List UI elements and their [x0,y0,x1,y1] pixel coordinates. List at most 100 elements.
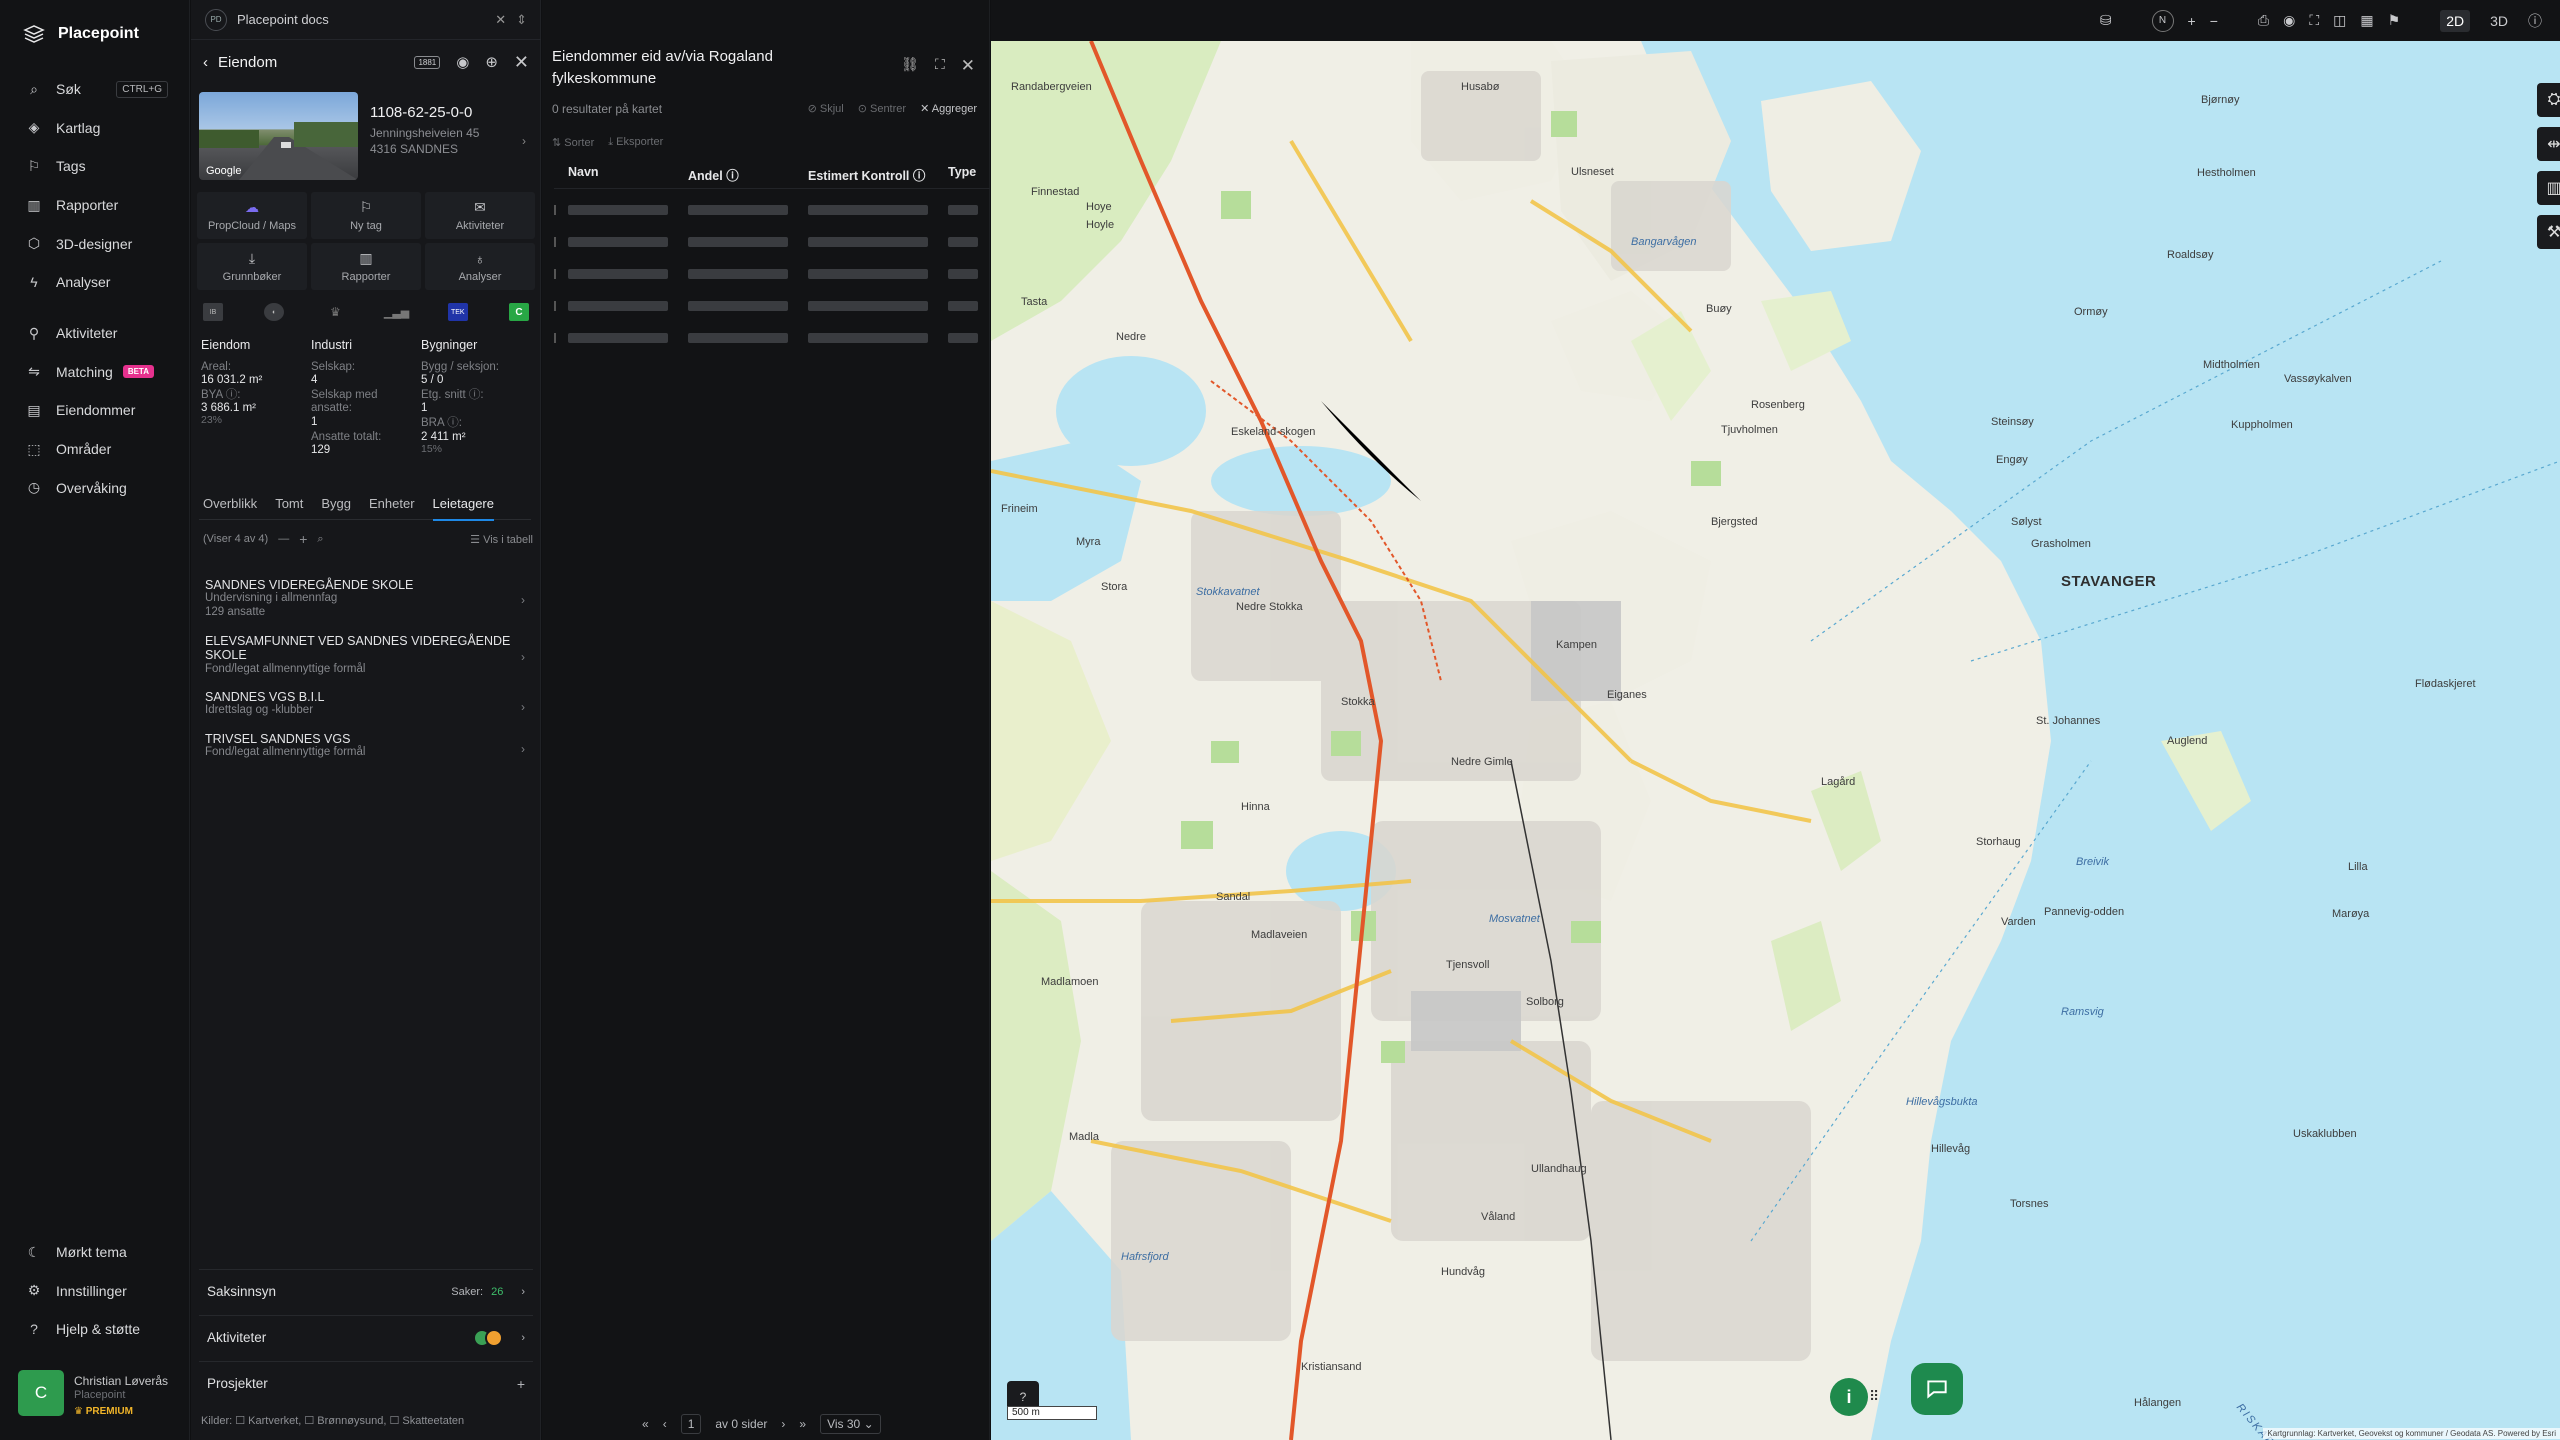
print-icon[interactable]: ⎙ [2258,12,2269,29]
nav-item-overvåking[interactable]: ◷ Overvåking [0,468,190,507]
section-prosjekter[interactable]: Prosjekter + [199,1361,533,1405]
hide-button[interactable]: ⊘ Skjul [808,102,844,115]
fullscreen-icon[interactable]: ⛶ [2309,12,2319,29]
tile-rapporter[interactable]: ▥ Rapporter [311,243,421,290]
close-icon[interactable]: ✕ [961,56,975,76]
last-page-icon[interactable]: » [799,1417,806,1431]
tab-leietagere[interactable]: Leietagere [432,496,494,521]
prev-page-icon[interactable]: ‹ [663,1417,667,1431]
map-canvas[interactable]: Randabergveien Hoye Finnestad Hoyle Tasta Ned… [991,41,2560,1440]
measure-icon[interactable]: ⇹ [2537,127,2560,161]
show-table-button[interactable]: ☰ Vis i tabell [470,533,533,546]
export-button[interactable]: ⤓ Eksporter [608,136,663,149]
user-card[interactable]: C Christian Løverås Placepoint ♛ PREMIUM [18,1370,178,1417]
aggregate-button[interactable]: ✕ Aggreger [920,102,977,115]
nav-item-hjelp-støtte[interactable]: ? Hjelp & støtte [0,1310,190,1349]
add-icon[interactable]: + [517,1376,525,1392]
tab-overblikk[interactable]: Overblikk [203,496,257,511]
target-icon[interactable]: ⊕ [485,53,498,71]
source-crown-icon[interactable]: ♛ [325,303,345,321]
first-page-icon[interactable]: « [642,1417,649,1431]
eye-icon[interactable]: ◉ [456,53,469,71]
layers-icon[interactable]: ⛭ [2537,83,2560,117]
source-tek-icon[interactable]: TEK [447,303,468,321]
grid-icon[interactable]: ▦ [2360,12,2373,29]
add-icon[interactable]: + [299,531,307,547]
cloud-icon: ☁ [245,199,259,215]
eye-icon[interactable]: ◉ [2283,12,2295,29]
tab-tomt[interactable]: Tomt [275,496,303,511]
sort-button[interactable]: ⇅ Sorter [552,136,594,149]
chevron-right-icon[interactable]: › [521,1332,525,1344]
nav-item-3d-designer[interactable]: ⬡ 3D-designer [0,224,190,263]
nav-item-mørkt-tema[interactable]: ☾ Mørkt tema [0,1233,190,1272]
back-icon[interactable]: ‹ [203,54,208,71]
zoom-in-icon[interactable]: + [2188,13,2196,29]
nav-item-tags[interactable]: ⚐ Tags [0,147,190,186]
tenant-item[interactable]: SANDNES VGS B.I.L Idrettslag og -klubber › [205,690,525,718]
chevron-right-icon[interactable]: › [522,134,526,148]
nav-item-analyser[interactable]: ϟ Analyser [0,263,190,302]
nav-item-aktiviteter[interactable]: ⚲ Aktiviteter [0,314,190,353]
chat-button[interactable] [1911,1363,1963,1415]
nav-item-rapporter[interactable]: ▥ Rapporter [0,186,190,225]
info-button[interactable]: i [1830,1378,1868,1416]
street-view-photo[interactable]: Google [199,92,358,180]
mode-3d-button[interactable]: 3D [2484,10,2514,32]
tenant-item[interactable]: TRIVSEL SANDNES VGS Fond/legat allmennytt… [205,732,525,760]
source-logo-icon[interactable]: IB [203,303,223,321]
close-icon[interactable]: ✕ [514,52,529,73]
collapse-icon[interactable]: — [278,533,289,545]
google-label: Google [206,165,242,177]
tab-enheter[interactable]: Enheter [369,496,415,511]
page-input[interactable]: 1 [680,1414,702,1434]
chart-icon[interactable]: ▥ [2537,171,2560,205]
nav-item-eiendommer[interactable]: ▤ Eiendommer [0,391,190,430]
source-bars-icon[interactable]: ▁▃▅ [384,303,409,321]
nav-item-matching[interactable]: ⇋ Matching BETA [0,353,190,392]
tile-analyser[interactable]: ♁ Analyser [425,243,535,290]
column-header[interactable]: Navn [554,165,674,188]
section-aktiviteter[interactable]: Aktiviteter › [199,1315,533,1359]
layers-stack-icon[interactable]: ⛁ [2100,12,2112,29]
bookmark-icon[interactable]: ⚑ [2388,12,2401,29]
camera-icon[interactable]: ◫ [2333,12,2346,29]
property-address[interactable]: 1108-62-25-0-0 Jenningsheiveien 45 4316 … [370,104,530,157]
chevron-right-icon[interactable]: › [521,1286,525,1298]
tile-ny-tag[interactable]: ⚐ Ny tag [311,192,421,239]
tenant-item[interactable]: SANDNES VIDEREGÅENDE SKOLE Undervisning i… [205,578,525,619]
nav-item-søk[interactable]: ⌕ Søk CTRL+G [0,70,190,109]
skeleton-cell [688,269,788,279]
column-header[interactable]: Estimert Kontroll ⓘ [794,165,934,188]
column-header[interactable]: Type [934,165,990,188]
source-c-icon[interactable]: C [508,303,529,321]
drag-handle-icon[interactable]: ⠿ [1869,1388,1879,1405]
nav-item-kartlag[interactable]: ◈ Kartlag [0,109,190,148]
compass-icon[interactable]: N [2151,9,2174,32]
center-button[interactable]: ⊙ Sentrer [858,102,906,115]
source-globe-icon[interactable]: ◐ [264,303,285,321]
tools-icon[interactable]: ⚒ [2537,215,2560,249]
expand-icon[interactable]: ⛶ [935,56,945,76]
next-page-icon[interactable]: › [781,1417,785,1431]
close-icon[interactable]: ✕ [495,12,506,28]
info-icon[interactable]: ⓘ [2528,11,2542,31]
link-icon[interactable]: ⛓ [901,56,919,76]
directory-1881-button[interactable]: 1881 [414,55,441,69]
mode-2d-button[interactable]: 2D [2440,9,2471,32]
tile-propcloud-maps[interactable]: ☁ PropCloud / Maps [197,192,307,239]
docs-title[interactable]: Placepoint docs [237,12,329,27]
tenant-item[interactable]: ELEVSAMFUNNET VED SANDNES VIDEREGÅENDE S… [205,634,525,676]
column-header[interactable]: Andel ⓘ [674,165,794,188]
nav-item-innstillinger[interactable]: ⚙ Innstillinger [0,1272,190,1311]
brand[interactable]: Placepoint [22,22,139,46]
tile-aktiviteter[interactable]: ✉ Aktiviteter [425,192,535,239]
chevron-updown-icon[interactable]: ⇕ [516,12,527,28]
zoom-out-icon[interactable]: − [2210,13,2218,29]
section-saksinnsyn[interactable]: Saksinnsyn Saker: 26 › [199,1269,533,1313]
page-size-select[interactable]: Vis 30 ⌄ [820,1414,881,1434]
tab-bygg[interactable]: Bygg [321,496,351,511]
search-icon[interactable]: ⌕ [317,533,323,546]
nav-item-områder[interactable]: ⬚ Områder [0,430,190,469]
tile-grunnbøker[interactable]: ⤓ Grunnbøker [197,243,307,290]
